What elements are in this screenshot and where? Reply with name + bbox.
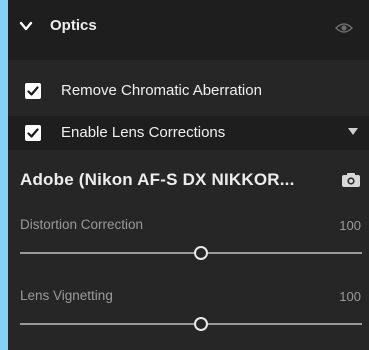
- lens-profile-row[interactable]: Adobe (Nikon AF-S DX NIKKOR...: [8, 162, 369, 198]
- lens-vignetting-label: Lens Vignetting: [20, 288, 113, 303]
- distortion-correction-value[interactable]: 100: [339, 218, 361, 233]
- caret-down-icon[interactable]: [348, 128, 358, 136]
- checkmark-icon: [27, 86, 39, 96]
- eye-icon[interactable]: [335, 21, 353, 35]
- section-title: Optics: [50, 17, 97, 34]
- camera-icon[interactable]: [341, 172, 361, 188]
- chevron-down-icon[interactable]: [18, 18, 34, 34]
- lens-vignetting-thumb[interactable]: [194, 317, 209, 331]
- lens-vignetting-slider[interactable]: [20, 323, 362, 325]
- remove-chromatic-aberration-label: Remove Chromatic Aberration: [61, 82, 262, 99]
- enable-lens-corrections-row[interactable]: Enable Lens Corrections: [8, 116, 369, 150]
- lens-vignetting-value[interactable]: 100: [339, 289, 361, 304]
- optics-section-header[interactable]: Optics: [8, 0, 369, 60]
- optics-panel: Optics Remove Chromatic Aberration Enabl…: [8, 0, 369, 350]
- distortion-correction-label: Distortion Correction: [20, 217, 144, 232]
- checkmark-icon: [27, 128, 39, 138]
- remove-chromatic-aberration-checkbox[interactable]: [25, 83, 41, 99]
- distortion-correction-thumb[interactable]: [194, 246, 209, 260]
- enable-lens-corrections-checkbox[interactable]: [25, 125, 41, 141]
- lens-profile-name[interactable]: Adobe (Nikon AF-S DX NIKKOR...: [20, 170, 295, 190]
- enable-lens-corrections-label: Enable Lens Corrections: [61, 124, 226, 141]
- remove-chromatic-aberration-row[interactable]: Remove Chromatic Aberration: [8, 74, 369, 108]
- distortion-correction-slider[interactable]: [20, 252, 362, 254]
